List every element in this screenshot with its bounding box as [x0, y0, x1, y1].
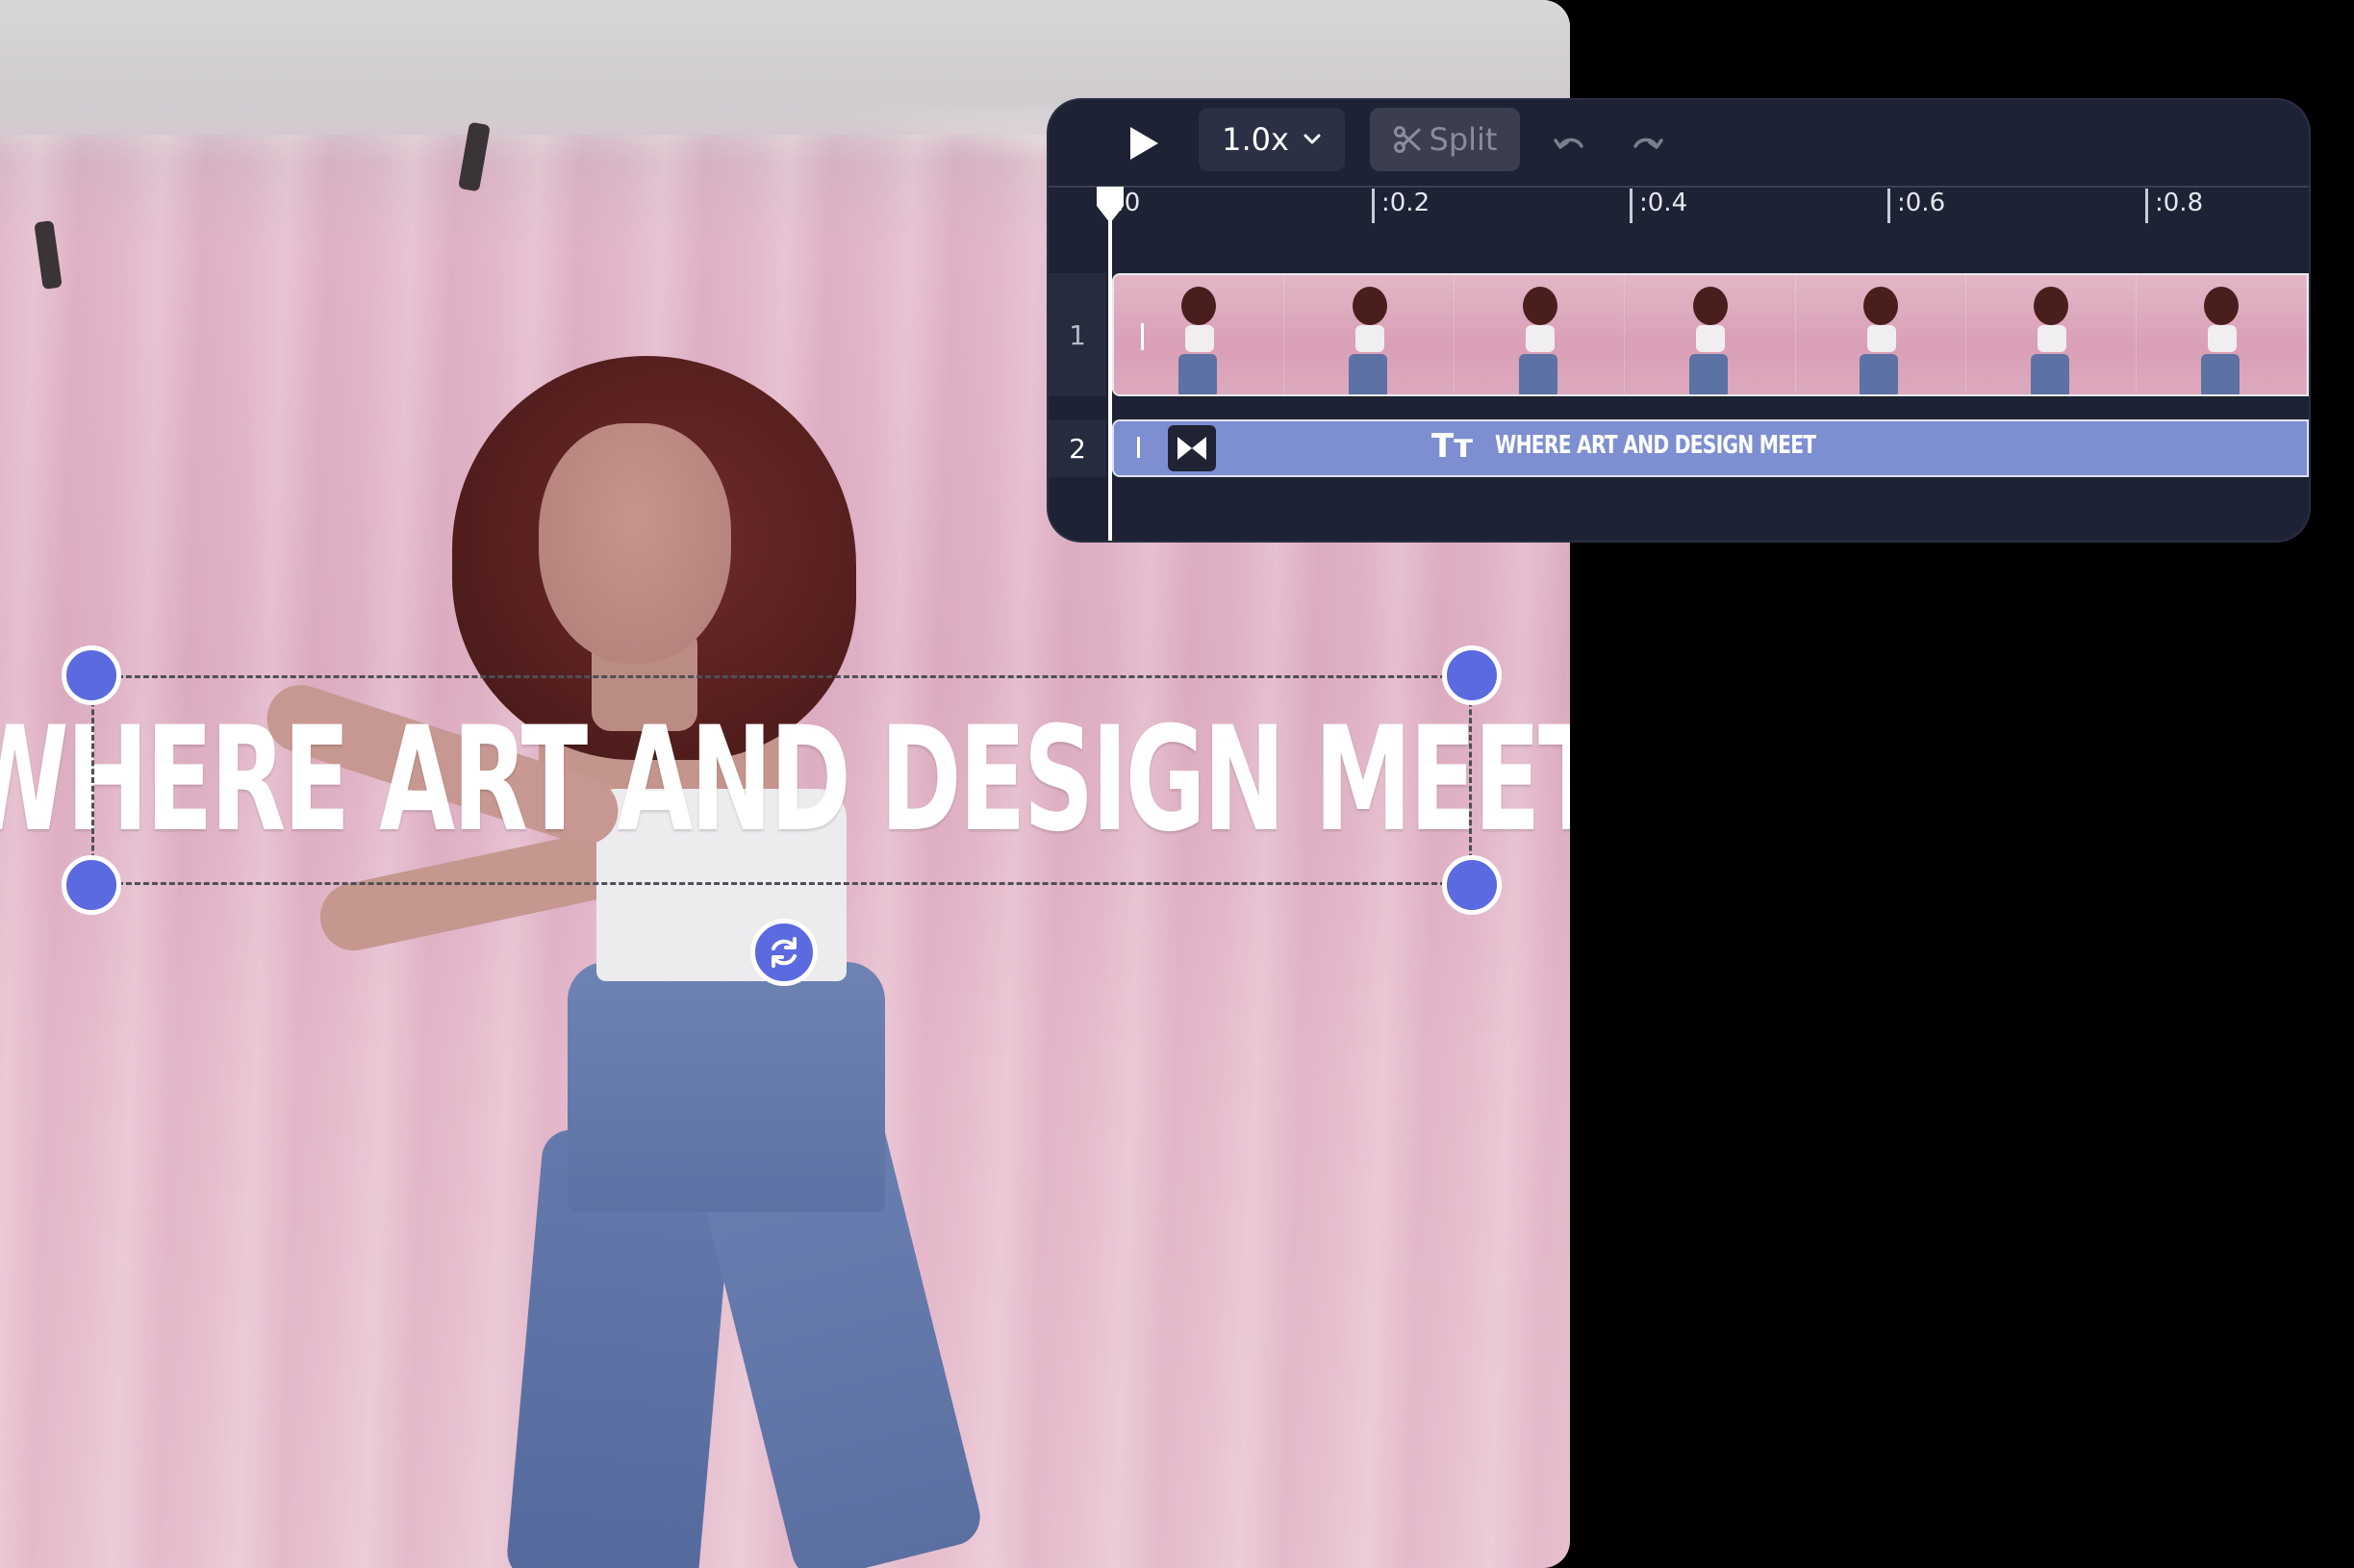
video-thumbnail — [1965, 275, 2137, 394]
video-thumbnail — [2136, 275, 2307, 394]
rotate-icon — [772, 937, 797, 968]
rotate-handle[interactable] — [750, 919, 818, 986]
scissors-icon — [1393, 126, 1421, 153]
dancer-jeans — [568, 962, 885, 1212]
ruler-tick-label: :0.4 — [1639, 189, 1688, 217]
ruler-tick-label: :0.8 — [2155, 189, 2204, 217]
undo-button[interactable] — [1549, 121, 1591, 164]
playhead[interactable] — [1108, 192, 1112, 541]
text-type-icon: Tт — [1431, 427, 1473, 466]
speed-label: 1.0x — [1222, 121, 1289, 158]
playhead-handle[interactable] — [1091, 185, 1129, 227]
transition-icon[interactable] — [1168, 425, 1216, 471]
clip-trim-handle[interactable] — [1137, 437, 1140, 458]
video-clip-track[interactable] — [1112, 273, 2309, 396]
undo-icon — [1554, 138, 1583, 149]
clip-trim-handle[interactable] — [1141, 323, 1144, 350]
video-thumbnail — [1114, 275, 1285, 394]
timeline-panel: 1.0x Split :0:0.2:0.4:0.6:0.8 1 2 Tт… — [1049, 100, 2309, 541]
video-thumbnail — [1795, 275, 1966, 394]
split-button[interactable]: Split — [1370, 108, 1520, 171]
track-number: 2 — [1049, 419, 1106, 477]
resize-handle-top-left[interactable] — [62, 645, 121, 705]
text-clip-track[interactable]: Tт WHERE ART AND DESIGN MEET — [1112, 419, 2309, 477]
play-button[interactable] — [1118, 117, 1170, 169]
track-number-label: 1 — [1069, 318, 1086, 351]
ruler-tick-label: :0.6 — [1897, 189, 1946, 217]
chevron-down-icon — [1304, 134, 1321, 144]
timeline-toolbar: 1.0x Split — [1049, 100, 2309, 185]
ruler-tick-label: :0.2 — [1381, 189, 1430, 217]
video-thumbnail — [1455, 275, 1626, 394]
play-icon — [1130, 127, 1158, 160]
resize-handle-bottom-left[interactable] — [62, 855, 121, 915]
resize-handle-top-right[interactable] — [1442, 645, 1502, 705]
bowtie-transition-icon — [1177, 437, 1206, 460]
track-number: 1 — [1049, 273, 1106, 396]
redo-icon — [1633, 138, 1663, 149]
redo-button[interactable] — [1626, 121, 1668, 164]
ruler-divider — [1049, 186, 2309, 188]
dancer-face — [539, 423, 731, 664]
text-clip-label: WHERE ART AND DESIGN MEET — [1495, 431, 1816, 460]
video-thumbnail — [1284, 275, 1455, 394]
track-number-label: 2 — [1069, 432, 1086, 465]
playback-speed-dropdown[interactable]: 1.0x — [1199, 108, 1345, 171]
selection-box[interactable] — [91, 675, 1472, 885]
resize-handle-bottom-right[interactable] — [1442, 855, 1502, 915]
video-thumbnail — [1625, 275, 1796, 394]
split-label: Split — [1429, 121, 1498, 158]
